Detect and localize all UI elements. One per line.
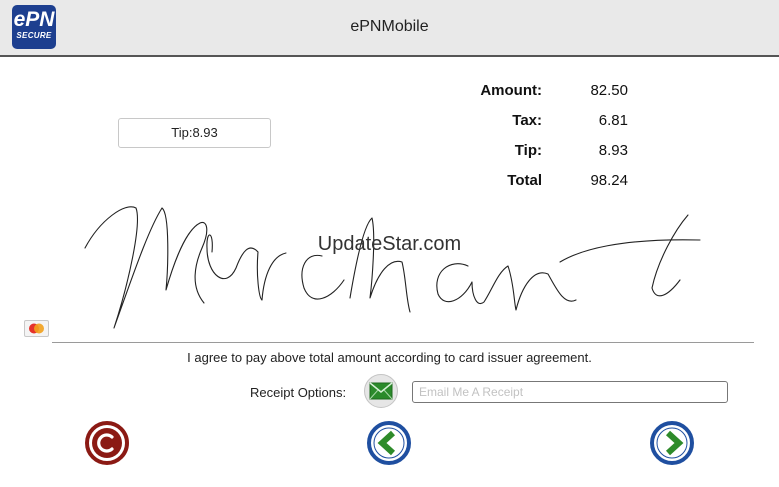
chevron-right-icon: [650, 421, 694, 465]
next-button[interactable]: [650, 421, 694, 465]
tax-value: 6.81: [598, 112, 628, 129]
signature-stroke: [301, 254, 345, 300]
app-title: ePNMobile: [350, 18, 429, 35]
cancel-button[interactable]: [85, 421, 129, 465]
summary-row-tip: Tip: 8.93: [440, 142, 640, 172]
envelope-icon: [369, 382, 393, 400]
title-bar: ePN SECURE ePNMobile: [0, 0, 779, 57]
amount-summary: Amount: 82.50 Tax: 6.81 Tip: 8.93 Total …: [440, 82, 640, 202]
tip-button[interactable]: Tip:8.93: [118, 118, 271, 148]
total-value: 98.24: [590, 172, 628, 189]
summary-row-amount: Amount: 82.50: [440, 82, 640, 112]
tip-label: Tip:: [514, 142, 542, 159]
chevron-left-icon: [367, 421, 411, 465]
summary-row-tax: Tax: 6.81: [440, 112, 640, 142]
amount-value: 82.50: [590, 82, 628, 99]
signature-stroke: [84, 206, 208, 329]
total-label: Total: [507, 172, 542, 189]
receipt-options-label: Receipt Options:: [250, 385, 347, 400]
tip-value: 8.93: [598, 142, 628, 159]
back-button[interactable]: [367, 421, 411, 465]
agreement-text: I agree to pay above total amount accord…: [187, 350, 592, 365]
signature-stroke: [436, 263, 577, 311]
signature-pad[interactable]: [0, 190, 779, 340]
email-receipt-input[interactable]: [412, 381, 728, 403]
watermark: UpdateStar.com: [317, 233, 462, 255]
email-receipt-button[interactable]: [364, 374, 398, 408]
mastercard-icon: [24, 320, 49, 337]
cancel-c-icon: [85, 421, 129, 465]
signature-line: [52, 342, 754, 343]
tax-label: Tax:: [512, 112, 542, 129]
amount-label: Amount:: [480, 82, 542, 99]
